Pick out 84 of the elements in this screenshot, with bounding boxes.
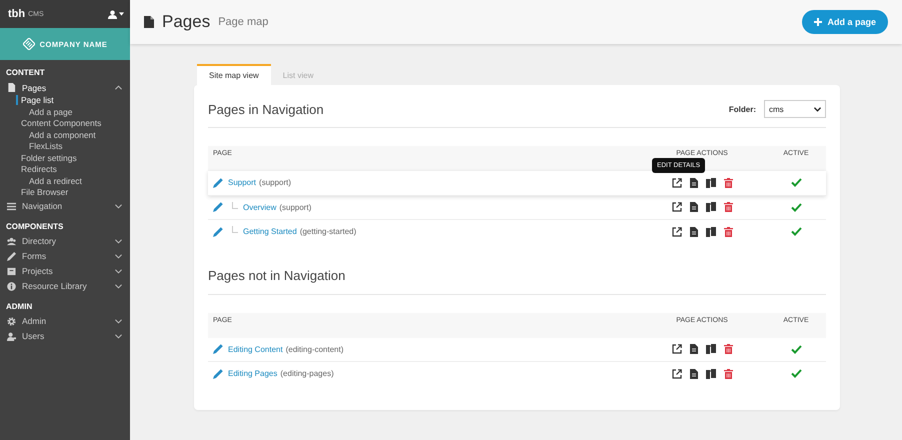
- nav-item[interactable]: Forms: [0, 248, 130, 264]
- table-row[interactable]: Getting Started (getting-started): [208, 220, 826, 244]
- tree-line: [232, 202, 238, 209]
- page-link[interactable]: Editing Content: [228, 344, 283, 354]
- pencil-icon[interactable]: [213, 178, 223, 188]
- file-icon: [7, 83, 16, 92]
- copy-icon[interactable]: [706, 178, 716, 188]
- bars-icon: [7, 202, 16, 210]
- caret-icon: [119, 12, 124, 16]
- page-link[interactable]: Overview: [243, 202, 276, 212]
- pencil-icon[interactable]: [213, 202, 223, 212]
- sidebar-link[interactable]: Add a redirect: [29, 176, 82, 186]
- table-row[interactable]: Editing Pages (editing-pages): [208, 362, 826, 386]
- page-link[interactable]: Getting Started: [243, 227, 297, 236]
- section-title: Pages not in Navigation: [208, 268, 346, 283]
- external-link-icon[interactable]: [672, 368, 682, 379]
- page-slug: (support): [279, 202, 312, 212]
- nav-item[interactable]: Pages: [0, 80, 130, 95]
- copy-icon[interactable]: [706, 368, 716, 379]
- page-link[interactable]: Editing Pages: [228, 369, 278, 378]
- pencil-icon[interactable]: [213, 226, 223, 237]
- page-slug: (getting-started): [300, 227, 356, 236]
- section-title: Pages in Navigation: [208, 102, 324, 116]
- sidebar-link[interactable]: Add a component: [29, 130, 96, 140]
- file-icon[interactable]: [690, 344, 698, 354]
- nav-item[interactable]: Resource Library: [0, 278, 130, 294]
- file-icon[interactable]: [690, 368, 698, 379]
- tree-line: [232, 226, 238, 234]
- folder-label: Folder:: [728, 104, 756, 114]
- file-icon[interactable]: [690, 226, 698, 237]
- section-heading: ADMIN: [5, 300, 34, 312]
- sidebar-link[interactable]: Add a page: [29, 106, 72, 116]
- brand-logo: tbh: [8, 8, 26, 20]
- pencil-icon[interactable]: [213, 344, 223, 354]
- chevron-icon: [814, 106, 821, 112]
- section-heading: COMPONENTS: [5, 220, 64, 232]
- gear-icon: [7, 316, 16, 326]
- tab[interactable]: Site map view: [197, 64, 271, 85]
- external-link-icon[interactable]: [672, 178, 682, 188]
- user-icon: [7, 332, 16, 340]
- external-link-icon[interactable]: [672, 202, 682, 212]
- copy-icon[interactable]: [706, 344, 716, 354]
- user-menu-button[interactable]: [108, 10, 124, 18]
- page-link[interactable]: Support: [228, 178, 256, 188]
- external-link-icon[interactable]: [672, 226, 682, 237]
- trash-icon[interactable]: [724, 202, 732, 212]
- nav-item[interactable]: Navigation: [0, 198, 130, 214]
- sidebar-link[interactable]: FlexLists: [29, 141, 63, 151]
- table-row[interactable]: Editing Content (editing-content): [208, 338, 826, 362]
- section-heading: CONTENT: [5, 67, 46, 79]
- company-logo-icon: [22, 38, 35, 50]
- file-icon[interactable]: [690, 178, 698, 188]
- trash-icon[interactable]: [724, 368, 732, 379]
- pen-icon: [7, 252, 16, 260]
- file-icon: [144, 16, 154, 28]
- box-icon: [7, 266, 16, 276]
- file-icon[interactable]: [690, 202, 698, 212]
- sidebar-link[interactable]: Redirects: [21, 164, 57, 174]
- trash-icon[interactable]: [724, 226, 732, 237]
- nav-item[interactable]: Admin: [0, 314, 130, 328]
- trash-icon[interactable]: [724, 344, 732, 354]
- nav-item[interactable]: Directory: [0, 234, 130, 248]
- sidebar-link[interactable]: Page list: [16, 95, 54, 105]
- add-page-button[interactable]: Add a page: [802, 10, 888, 34]
- plus-icon: [814, 18, 822, 26]
- folder-select[interactable]: cms: [764, 100, 826, 118]
- nav-item[interactable]: Users: [0, 328, 130, 344]
- copy-icon[interactable]: [706, 226, 716, 237]
- sidebar-link[interactable]: File Browser: [21, 187, 68, 197]
- info-icon: [7, 282, 16, 290]
- pencil-icon[interactable]: [213, 368, 223, 379]
- page-title: Pages: [162, 12, 210, 32]
- page-slug: (editing-content): [286, 344, 344, 354]
- page-slug: (support): [259, 178, 292, 188]
- copy-icon[interactable]: [706, 202, 716, 212]
- page-slug: (editing-pages): [280, 369, 334, 378]
- table-row[interactable]: Overview (support): [208, 196, 826, 220]
- trash-icon[interactable]: [724, 178, 732, 188]
- external-link-icon[interactable]: [672, 344, 682, 354]
- sidebar-link[interactable]: Content Components: [21, 118, 102, 128]
- page-subtitle: Page map: [218, 16, 268, 28]
- group-icon: [7, 236, 16, 246]
- nav-item[interactable]: Projects: [0, 264, 130, 278]
- sidebar-link[interactable]: Folder settings: [21, 152, 77, 162]
